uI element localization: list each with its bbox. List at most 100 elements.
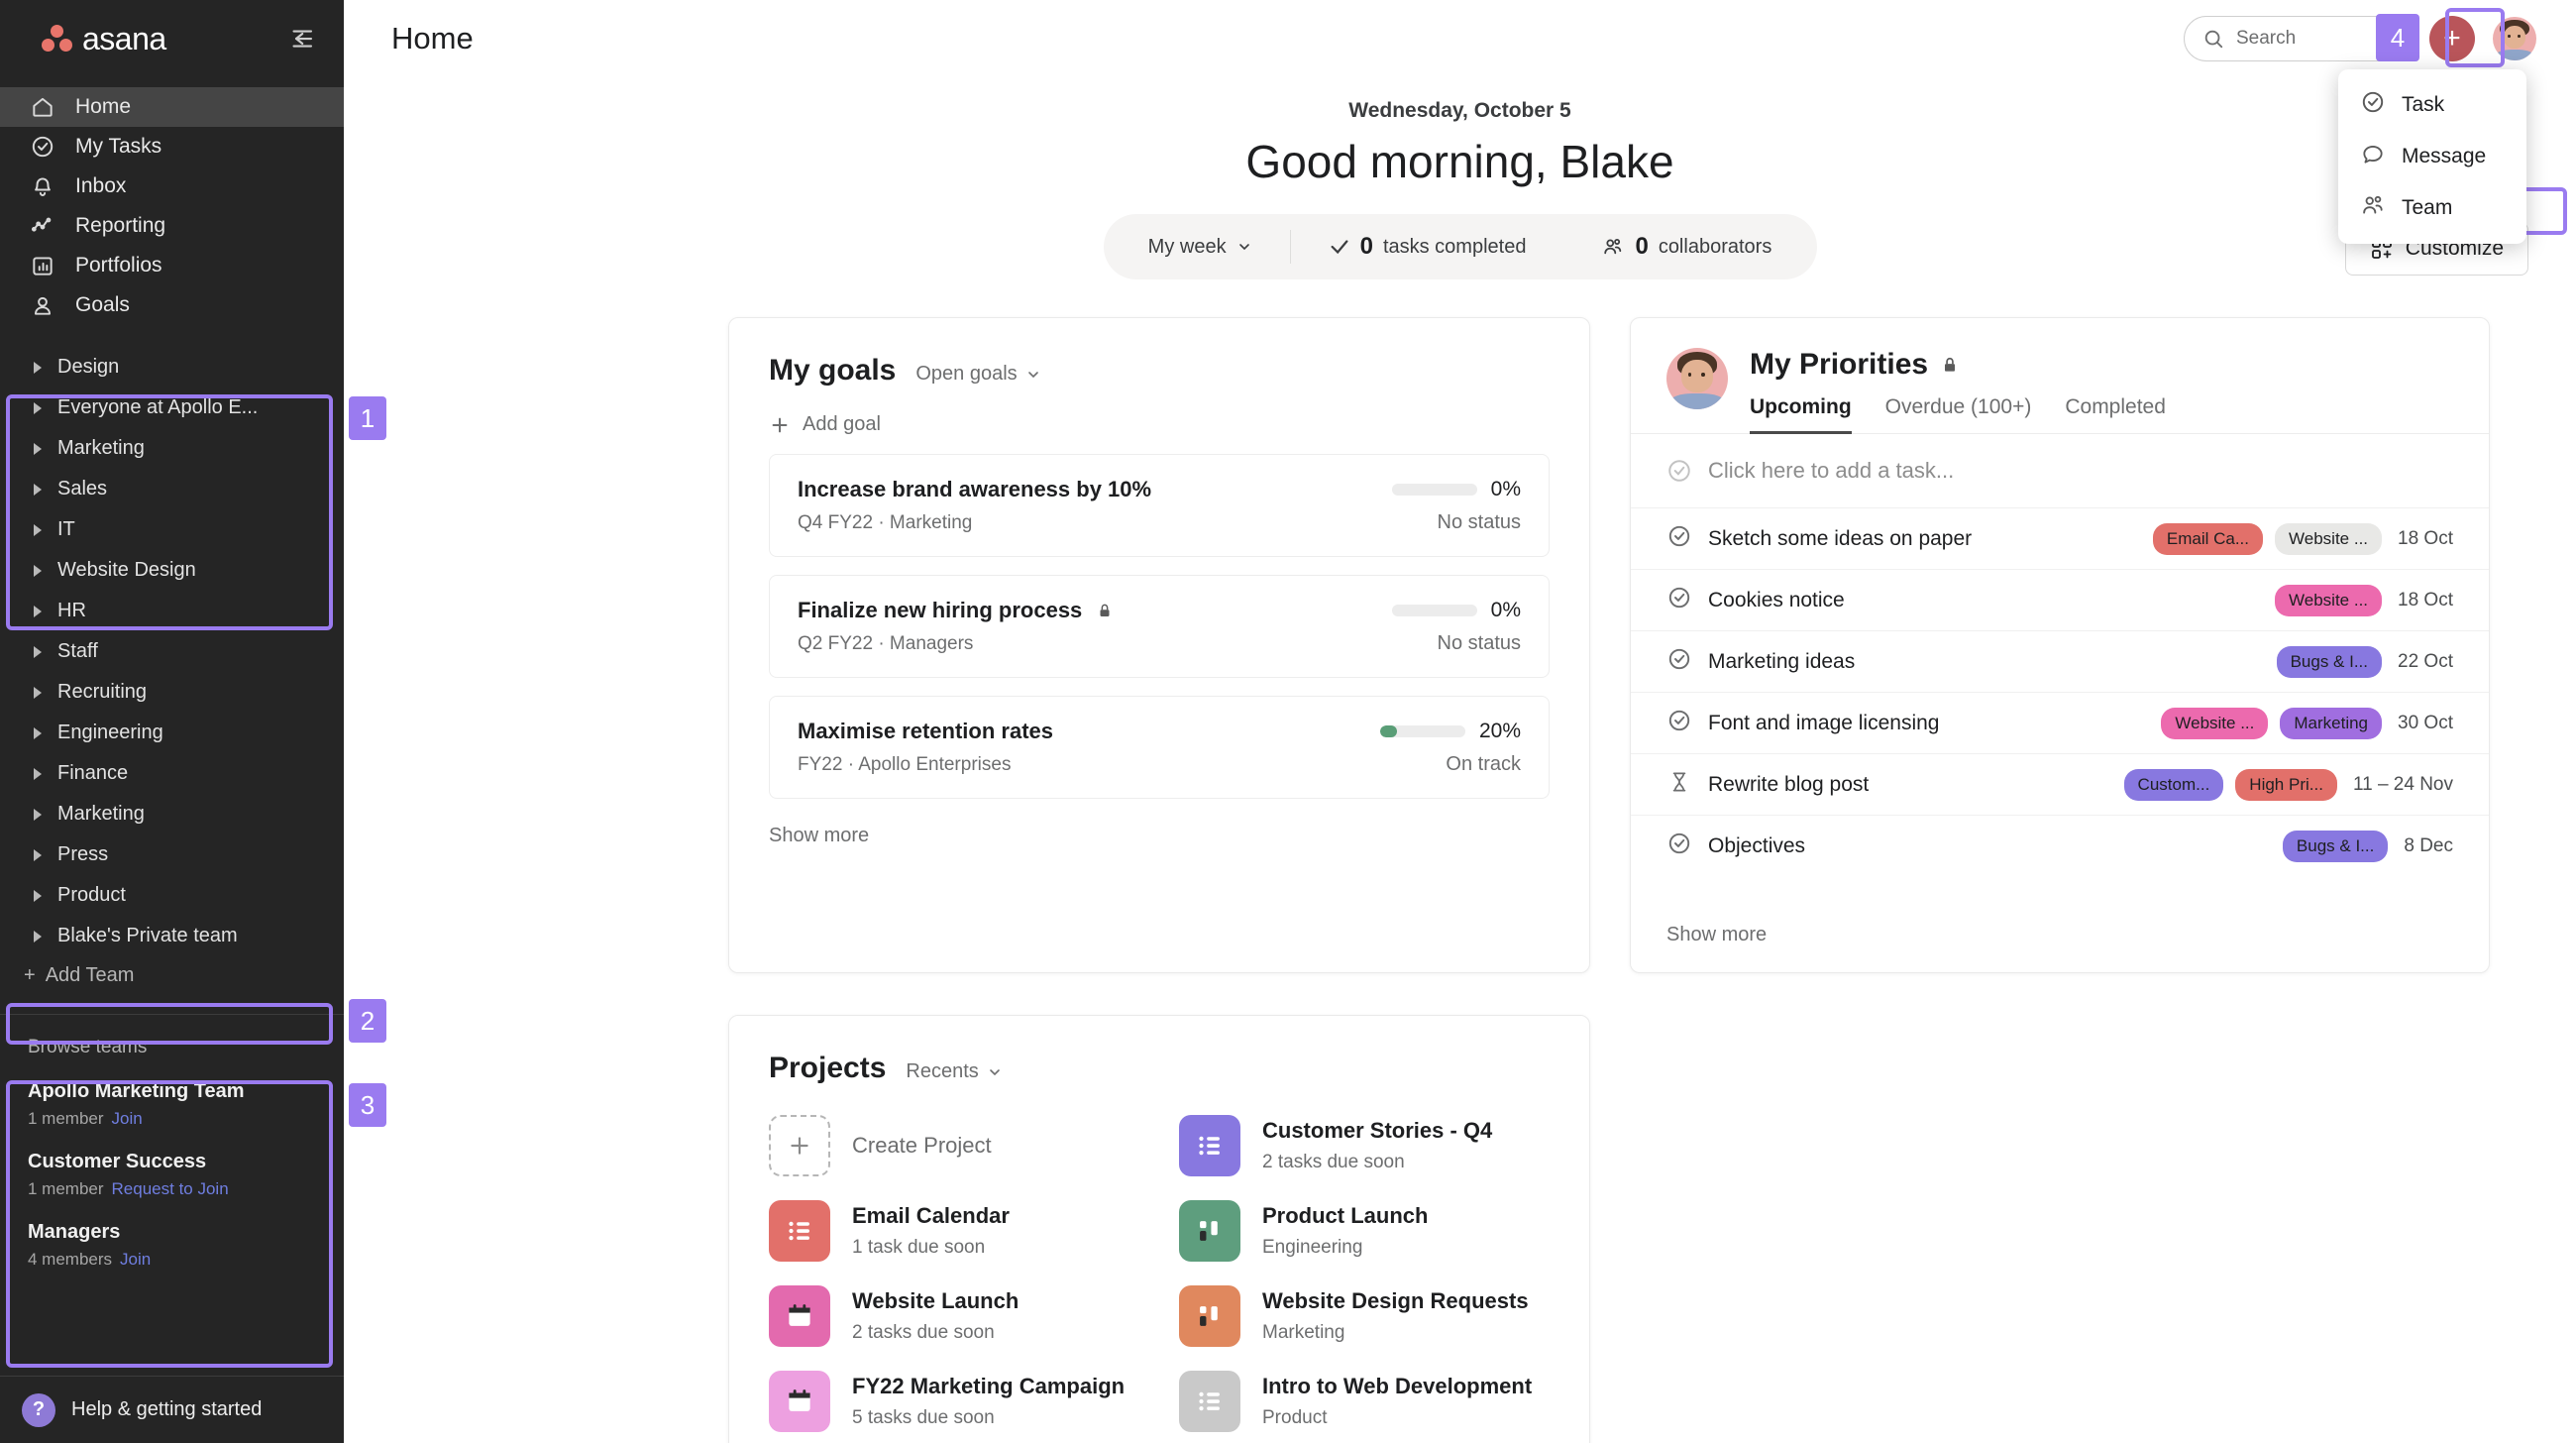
help-button[interactable]: ? Help & getting started bbox=[0, 1376, 344, 1443]
project-item[interactable]: Customer Stories - Q42 tasks due soon bbox=[1179, 1115, 1550, 1176]
user-avatar[interactable] bbox=[2493, 17, 2536, 60]
task-tag[interactable]: Bugs & I... bbox=[2283, 831, 2388, 862]
team-item[interactable]: Recruiting bbox=[0, 672, 344, 713]
project-item[interactable]: Intro to Web DevelopmentProduct bbox=[1179, 1371, 1550, 1432]
sidebar-item-label: Home bbox=[75, 95, 131, 119]
asana-logo[interactable]: asana bbox=[42, 21, 166, 57]
add-task-row[interactable]: Click here to add a task... bbox=[1631, 434, 2489, 507]
create-menu-item-team[interactable]: Team bbox=[2338, 182, 2526, 234]
task-tag[interactable]: Bugs & I... bbox=[2277, 646, 2382, 678]
team-item[interactable]: Marketing bbox=[0, 794, 344, 834]
projects-filter[interactable]: Recents bbox=[906, 1060, 1002, 1083]
team-item[interactable]: Product bbox=[0, 875, 344, 916]
task-row[interactable]: Font and image licensingWebsite ...Marke… bbox=[1631, 692, 2489, 753]
goal-meta: FY22 · Apollo Enterprises bbox=[798, 754, 1053, 776]
task-tag[interactable]: Custom... bbox=[2124, 769, 2224, 801]
team-item[interactable]: Website Design bbox=[0, 550, 344, 591]
goal-row[interactable]: Maximise retention rates FY22 · Apollo En… bbox=[769, 696, 1550, 799]
goals-filter[interactable]: Open goals bbox=[915, 363, 1040, 386]
team-item[interactable]: Engineering bbox=[0, 713, 344, 753]
task-tag[interactable]: Website ... bbox=[2275, 585, 2382, 616]
chevron-down-icon bbox=[987, 1064, 1003, 1080]
team-item[interactable]: Everyone at Apollo E... bbox=[0, 388, 344, 428]
check-circle-icon[interactable] bbox=[1666, 585, 1692, 616]
join-link[interactable]: Request to Join bbox=[112, 1179, 229, 1198]
sidebar-nav: Home My TasksInboxReportingPortfoliosGoal… bbox=[0, 87, 344, 325]
caret-right-icon bbox=[34, 727, 42, 739]
priorities-tab[interactable]: Overdue (100+) bbox=[1885, 395, 2032, 434]
task-due-date: 18 Oct bbox=[2398, 590, 2453, 611]
project-item[interactable]: Website Design RequestsMarketing bbox=[1179, 1285, 1550, 1347]
team-item[interactable]: Finance bbox=[0, 753, 344, 794]
sidebar-item-my-tasks[interactable]: My Tasks bbox=[0, 127, 344, 166]
sidebar-item-reporting[interactable]: Reporting bbox=[0, 206, 344, 246]
goal-info: Increase brand awareness by 10%Q4 FY22 ·… bbox=[798, 477, 1151, 534]
people-icon bbox=[1601, 236, 1625, 258]
collapse-sidebar-icon[interactable] bbox=[286, 24, 316, 54]
goal-icon bbox=[30, 292, 55, 318]
project-item[interactable]: FY22 Marketing Campaign5 tasks due soon bbox=[769, 1371, 1139, 1432]
goal-row[interactable]: Finalize new hiring processQ2 FY22 · Man… bbox=[769, 575, 1550, 678]
task-tag[interactable]: High Pri... bbox=[2235, 769, 2337, 801]
create-button[interactable]: + bbox=[2429, 16, 2475, 61]
check-circle-icon[interactable] bbox=[1666, 646, 1692, 678]
create-project-button[interactable]: Create Project bbox=[769, 1115, 1139, 1176]
priorities-tab[interactable]: Completed bbox=[2065, 395, 2166, 434]
goal-name-row: Maximise retention rates bbox=[798, 719, 1053, 744]
goals-show-more[interactable]: Show more bbox=[769, 825, 1550, 847]
task-info: Sketch some ideas on paper bbox=[1666, 523, 1972, 555]
team-item[interactable]: Sales bbox=[0, 469, 344, 509]
check-circle-icon[interactable] bbox=[1666, 831, 1692, 862]
create-menu-item-task[interactable]: Task bbox=[2338, 79, 2526, 131]
brand-name: asana bbox=[82, 21, 166, 57]
check-circle-icon[interactable] bbox=[1666, 708, 1692, 739]
browse-team-item: Managers4 membersJoin bbox=[28, 1221, 344, 1270]
hourglass-icon[interactable] bbox=[1666, 769, 1692, 801]
team-label: IT bbox=[57, 518, 75, 541]
sidebar-item-home[interactable]: Home bbox=[0, 87, 344, 127]
task-tag[interactable]: Website ... bbox=[2161, 708, 2268, 739]
sidebar-item-inbox[interactable]: Inbox bbox=[0, 166, 344, 206]
project-name: FY22 Marketing Campaign bbox=[852, 1374, 1125, 1399]
project-item[interactable]: Email Calendar1 task due soon bbox=[769, 1200, 1139, 1262]
task-row[interactable]: Sketch some ideas on paper Email Ca... Web… bbox=[1631, 507, 2489, 569]
priorities-tab[interactable]: Upcoming bbox=[1750, 395, 1852, 434]
task-row[interactable]: Rewrite blog postCustom...High Pri...11 … bbox=[1631, 753, 2489, 815]
check-circle-icon[interactable] bbox=[1666, 523, 1692, 555]
annotation-badge-2: 2 bbox=[349, 999, 386, 1043]
task-tag[interactable]: Website ... bbox=[2275, 523, 2382, 555]
task-meta: Website ...Marketing30 Oct bbox=[2161, 708, 2453, 739]
project-item[interactable]: Website Launch2 tasks due soon bbox=[769, 1285, 1139, 1347]
task-due-date: 22 Oct bbox=[2398, 651, 2453, 673]
top-bar: Home Search + bbox=[344, 0, 2576, 77]
join-link[interactable]: Join bbox=[120, 1250, 151, 1269]
create-menu-item-message[interactable]: Message bbox=[2338, 131, 2526, 182]
team-item[interactable]: Press bbox=[0, 834, 344, 875]
task-row[interactable]: ObjectivesBugs & I...8 Dec bbox=[1631, 815, 2489, 876]
task-tag[interactable]: Email Ca... bbox=[2153, 523, 2263, 555]
goal-row[interactable]: Increase brand awareness by 10%Q4 FY22 ·… bbox=[769, 454, 1550, 557]
create-project-label: Create Project bbox=[852, 1133, 992, 1159]
priorities-show-more[interactable]: Show more bbox=[1631, 902, 2489, 972]
task-row[interactable]: Marketing ideasBugs & I...22 Oct bbox=[1631, 630, 2489, 692]
sidebar-item-portfolios[interactable]: Portfolios bbox=[0, 246, 344, 285]
task-tag[interactable]: Marketing bbox=[2280, 708, 2382, 739]
annotation-badge-3: 3 bbox=[349, 1083, 386, 1127]
team-item[interactable]: Staff bbox=[0, 631, 344, 672]
priorities-title: My Priorities bbox=[1750, 348, 1928, 382]
add-team-button[interactable]: + Add Team bbox=[0, 956, 344, 994]
project-item[interactable]: Product LaunchEngineering bbox=[1179, 1200, 1550, 1262]
project-info: Product LaunchEngineering bbox=[1262, 1203, 1428, 1259]
sidebar-item-goals[interactable]: Goals bbox=[0, 285, 344, 325]
priorities-header: My Priorities Upcoming Overdue (100+) Comp… bbox=[1631, 318, 2489, 434]
week-filter[interactable]: My week bbox=[1111, 236, 1290, 259]
team-item[interactable]: Blake's Private team bbox=[0, 916, 344, 956]
task-row[interactable]: Cookies noticeWebsite ...18 Oct bbox=[1631, 569, 2489, 630]
add-goal-button[interactable]: Add goal bbox=[769, 413, 1550, 436]
team-item[interactable]: Design bbox=[0, 347, 344, 388]
team-item[interactable]: Marketing bbox=[0, 428, 344, 469]
plus-icon: + bbox=[24, 964, 36, 987]
team-item[interactable]: HR bbox=[0, 591, 344, 631]
team-item[interactable]: IT bbox=[0, 509, 344, 550]
join-link[interactable]: Join bbox=[112, 1109, 143, 1128]
